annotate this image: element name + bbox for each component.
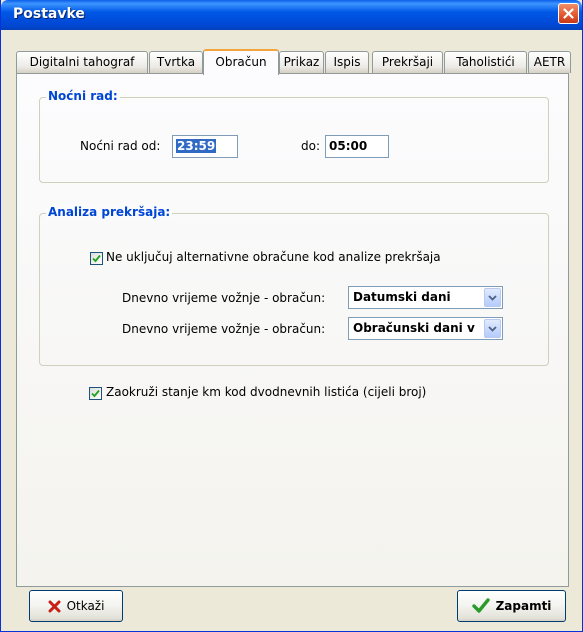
daily-driving-value-2: Obračunski dani v: [353, 321, 475, 335]
tab-label: Digitalni tahograf: [29, 55, 135, 69]
dropdown-button[interactable]: [484, 319, 501, 338]
tab-strip: Digitalni tahograf Tvrtka Obračun Prikaz…: [16, 49, 571, 75]
chevron-down-icon: [488, 294, 497, 301]
daily-driving-label-2: Dnevno vrijeme vožnje - obračun:: [122, 322, 326, 336]
violations-group: Analiza prekršaja: Ne uključuj alternati…: [39, 205, 549, 366]
daily-driving-select-1[interactable]: Datumski dani: [348, 286, 503, 309]
save-button[interactable]: Zapamti: [457, 590, 566, 622]
tab-aetr[interactable]: AETR: [528, 51, 571, 73]
check-icon: [92, 254, 101, 263]
check-icon: [91, 389, 100, 398]
night-to-input[interactable]: 05:00: [325, 135, 389, 158]
night-from-value: 23:59: [176, 139, 217, 153]
tab-label: Obračun: [215, 55, 267, 69]
tab-taholistici[interactable]: Taholistići: [444, 51, 527, 73]
night-from-input[interactable]: 23:59: [172, 135, 238, 158]
settings-dialog: Postavke Digitalni tahograf Tvrtka Obrač…: [0, 0, 583, 632]
tab-ispis[interactable]: Ispis: [325, 51, 369, 73]
save-label: Zapamti: [495, 599, 552, 613]
tab-label: Taholistići: [456, 55, 515, 69]
tab-prekrsaji[interactable]: Prekršaji: [372, 51, 443, 73]
round-km-checkbox[interactable]: [89, 387, 102, 400]
exclude-alternative-label: Ne uključuj alternativne obračune kod an…: [106, 250, 441, 264]
tab-digitalni-tahograf[interactable]: Digitalni tahograf: [16, 51, 148, 73]
cancel-button[interactable]: Otkaži: [29, 590, 123, 622]
exclude-alternative-checkbox[interactable]: [90, 252, 103, 265]
night-from-label: Noćni rad od:: [80, 139, 161, 153]
tab-label: Prekršaji: [381, 55, 434, 69]
daily-driving-label-1: Dnevno vrijeme vožnje - obračun:: [122, 291, 326, 305]
tab-prikaz[interactable]: Prikaz: [279, 51, 324, 73]
tab-label: AETR: [533, 55, 566, 69]
title-bar[interactable]: Postavke: [1, 0, 582, 30]
tab-label: Prikaz: [283, 55, 320, 69]
night-to-label: do:: [301, 139, 321, 153]
red-x-icon: [48, 600, 61, 612]
violations-title: Analiza prekršaja:: [46, 205, 173, 219]
tab-panel-obracun: Noćni rad: Noćni rad od: 23:59 do: 05:00…: [16, 73, 569, 587]
daily-driving-value-1: Datumski dani: [353, 290, 451, 304]
window-title: Postavke: [13, 6, 85, 22]
night-to-value: 05:00: [329, 139, 368, 153]
tab-label: Tvrtka: [156, 55, 196, 69]
tab-tvrtka[interactable]: Tvrtka: [149, 51, 203, 73]
round-km-label: Zaokruži stanje km kod dvodnevnih listić…: [106, 385, 427, 399]
night-work-group: Noćni rad: Noćni rad od: 23:59 do: 05:00: [39, 89, 549, 183]
daily-driving-select-2[interactable]: Obračunski dani v: [348, 317, 503, 340]
chevron-down-icon: [488, 325, 497, 332]
green-check-icon: [471, 598, 490, 613]
tab-label: Ispis: [333, 55, 361, 69]
dropdown-button[interactable]: [484, 288, 501, 307]
night-work-title: Noćni rad:: [46, 89, 120, 103]
close-icon: [563, 8, 574, 19]
cancel-label: Otkaži: [66, 599, 105, 613]
close-button[interactable]: [558, 3, 579, 24]
tab-obracun[interactable]: Obračun: [203, 49, 279, 75]
